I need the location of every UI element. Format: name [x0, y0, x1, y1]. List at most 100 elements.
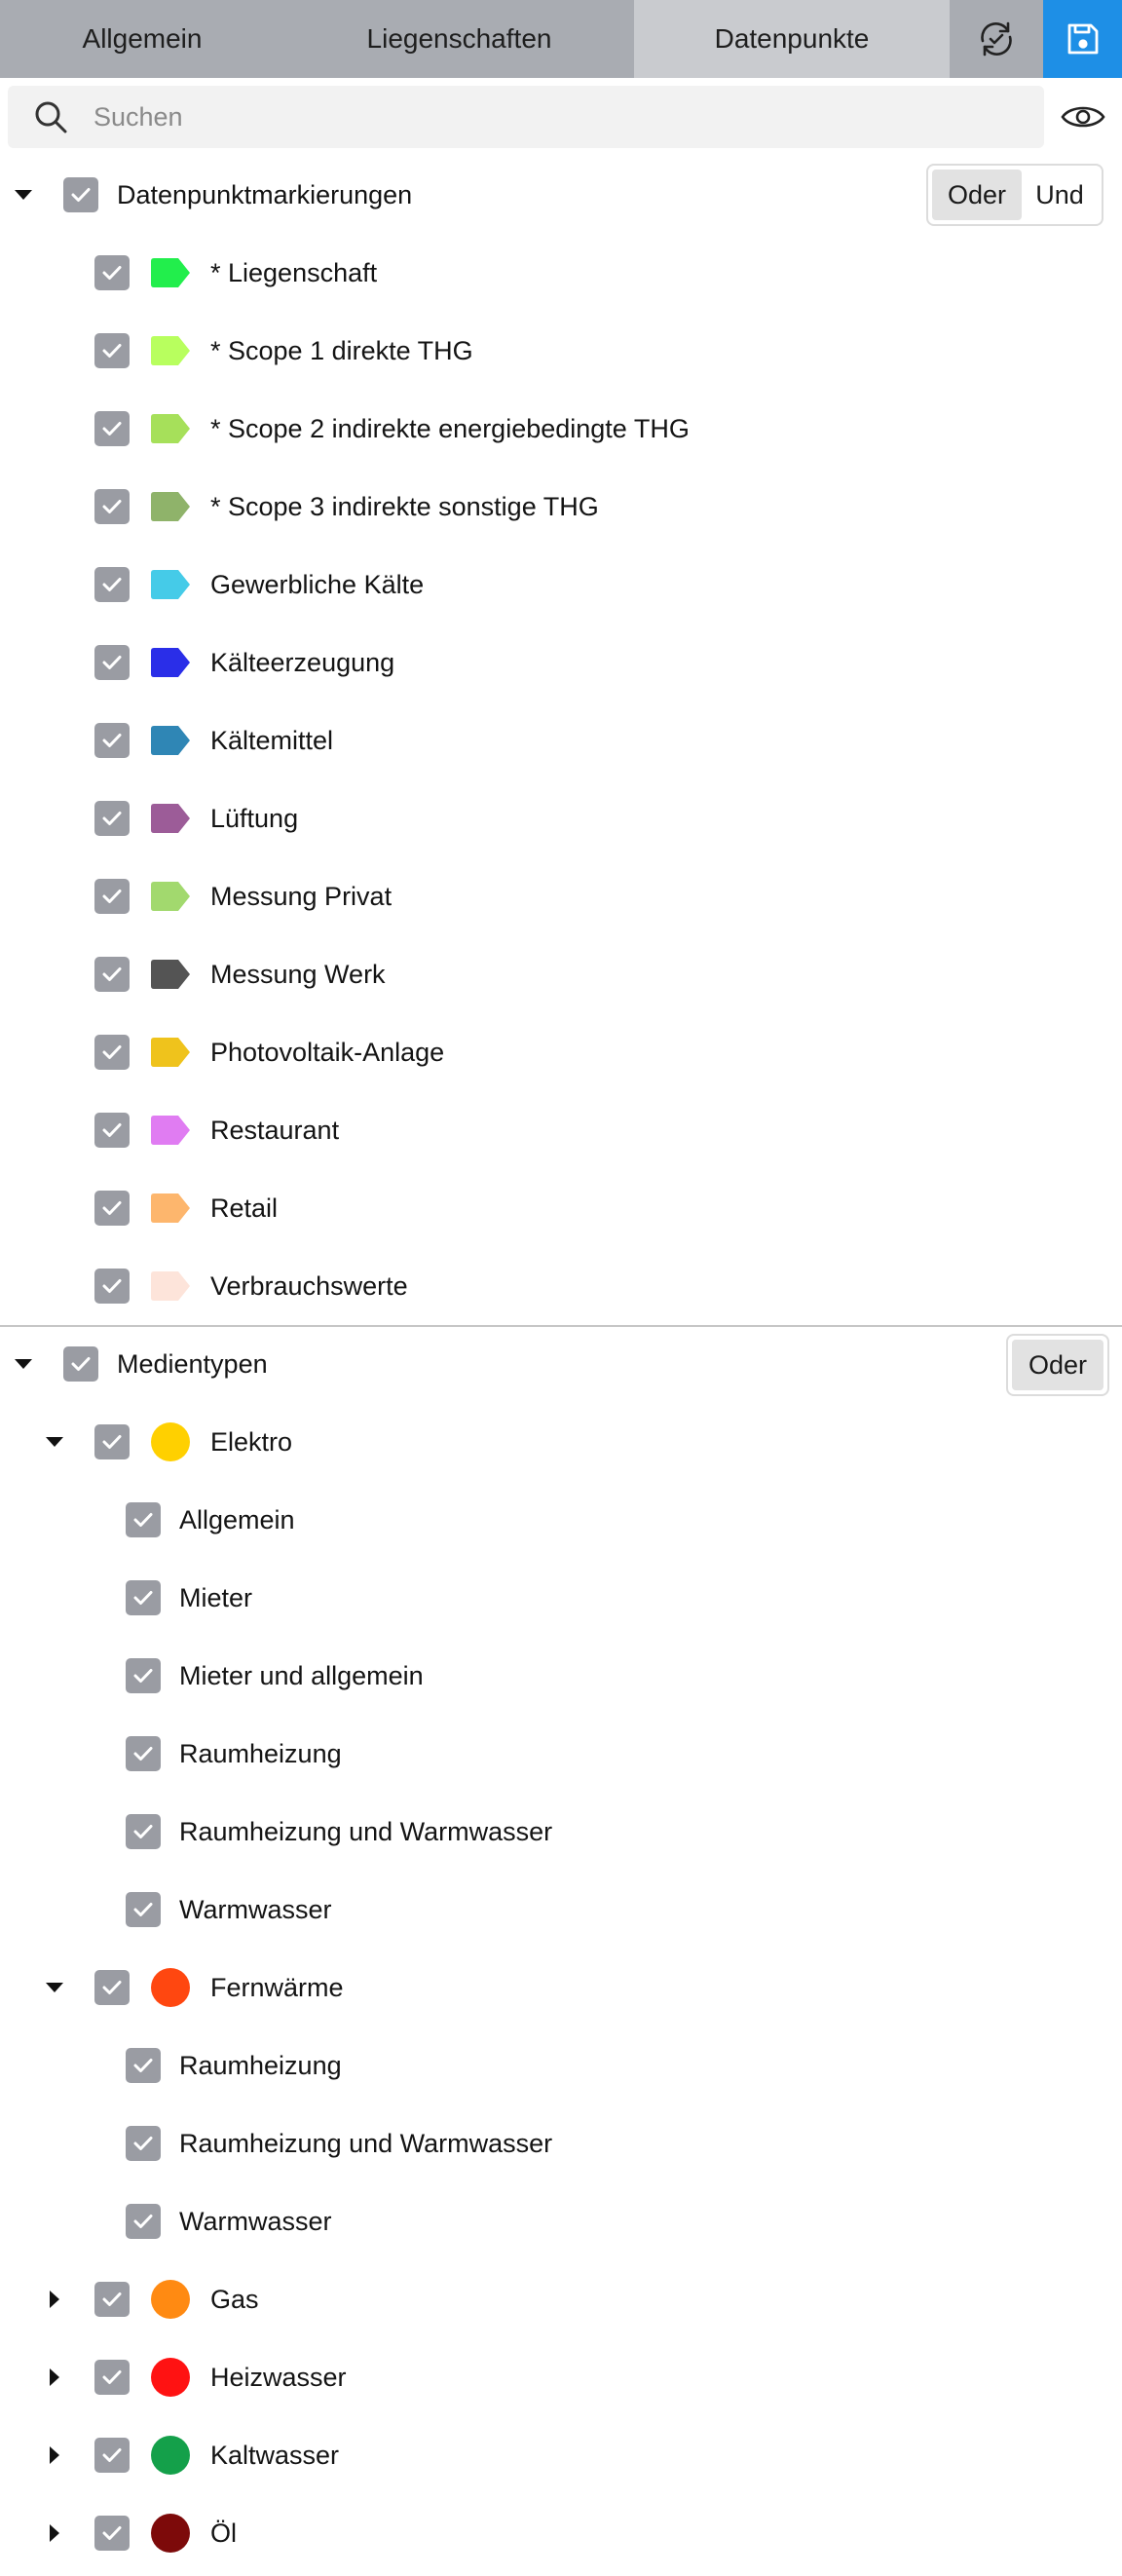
tag-item-checkbox[interactable] — [94, 879, 130, 914]
tag-item-label: * Scope 3 indirekte sonstige THG — [210, 492, 599, 521]
tag-item: Photovoltaik-Anlage — [0, 1013, 1122, 1091]
check-icon — [102, 266, 122, 280]
expand-caret-oel[interactable] — [35, 2514, 74, 2553]
media-group-label: Medientypen — [117, 1349, 268, 1379]
kaltwasser-checkbox[interactable] — [94, 2438, 130, 2473]
check-icon — [133, 1825, 153, 1838]
tag-item-checkbox[interactable] — [94, 411, 130, 446]
tag-item-checkbox[interactable] — [94, 333, 130, 368]
tag-item: Messung Privat — [0, 857, 1122, 935]
tags-mode-and-button[interactable]: Und — [1022, 170, 1098, 220]
tag-item-checkbox[interactable] — [94, 957, 130, 992]
tag-item-label: Lüftung — [210, 804, 299, 833]
tag-icon — [151, 1193, 190, 1223]
save-icon — [1067, 23, 1098, 55]
subtype-checkbox[interactable] — [126, 1580, 161, 1615]
fernwaerme-color-dot — [151, 1968, 190, 2007]
tag-item-checkbox[interactable] — [94, 1035, 130, 1070]
tag-item-label: * Liegenschaft — [210, 258, 378, 287]
subtype-checkbox[interactable] — [126, 2048, 161, 2083]
media-type-row-heizwasser: Heizwasser — [0, 2338, 1122, 2416]
tag-item-label: Kältemittel — [210, 726, 334, 755]
tag-item: Restaurant — [0, 1091, 1122, 1169]
tag-item: Retail — [0, 1169, 1122, 1247]
search-bar — [8, 86, 1044, 148]
elektro-checkbox[interactable] — [94, 1424, 130, 1459]
check-icon — [102, 812, 122, 825]
check-icon — [71, 1357, 91, 1371]
subtype-label: Allgemein — [179, 1505, 295, 1534]
collapse-caret-fernwaerme[interactable] — [35, 1968, 74, 2007]
expand-caret-kaltwasser[interactable] — [35, 2436, 74, 2475]
tag-item-checkbox[interactable] — [94, 723, 130, 758]
tag-item-label: Messung Privat — [210, 882, 393, 911]
check-icon — [71, 188, 91, 202]
tag-item-checkbox[interactable] — [94, 567, 130, 602]
tag-icon — [151, 648, 190, 677]
fernwaerme-subtype-raumheizung: Raumheizung — [0, 2027, 1122, 2104]
tag-item: Gewerbliche Kälte — [0, 546, 1122, 624]
heizwasser-checkbox[interactable] — [94, 2360, 130, 2395]
tag-item: * Scope 1 direkte THG — [0, 312, 1122, 390]
check-icon — [133, 2137, 153, 2150]
collapse-caret-media[interactable] — [4, 1345, 43, 1383]
collapse-caret-tags[interactable] — [4, 175, 43, 214]
expand-caret-heizwasser[interactable] — [35, 2358, 74, 2397]
tag-item-label: * Scope 1 direkte THG — [210, 336, 473, 365]
media-mode-or-button[interactable]: Oder — [1012, 1340, 1103, 1390]
oel-checkbox[interactable] — [94, 2516, 130, 2551]
collapse-caret-elektro[interactable] — [35, 1422, 74, 1461]
subtype-checkbox[interactable] — [126, 1892, 161, 1927]
tag-item-checkbox[interactable] — [94, 801, 130, 836]
check-icon — [102, 2292, 122, 2306]
gas-color-dot — [151, 2280, 190, 2319]
check-icon — [133, 1903, 153, 1916]
subtype-checkbox[interactable] — [126, 1658, 161, 1693]
save-button[interactable] — [1043, 0, 1122, 78]
visibility-toggle-button[interactable] — [1056, 94, 1110, 140]
elektro-label: Elektro — [210, 1427, 293, 1457]
subtype-label: Raumheizung — [179, 1739, 342, 1768]
subtype-label: Warmwasser — [179, 1895, 332, 1924]
subtype-checkbox[interactable] — [126, 1814, 161, 1849]
tag-item-label: * Scope 2 indirekte energiebedingte THG — [210, 414, 690, 443]
check-icon — [102, 500, 122, 513]
tag-item-checkbox[interactable] — [94, 489, 130, 524]
tab-datapoints[interactable]: Datenpunkte — [634, 0, 950, 78]
media-mode-toggle: Oder — [1006, 1334, 1109, 1396]
tags-group-checkbox[interactable] — [63, 177, 98, 212]
tag-icon — [151, 960, 190, 989]
tab-general[interactable]: Allgemein — [0, 0, 284, 78]
tag-icon — [151, 882, 190, 911]
tab-properties[interactable]: Liegenschaften — [284, 0, 634, 78]
tag-icon — [151, 726, 190, 755]
elektro-color-dot — [151, 1422, 190, 1461]
subtype-checkbox[interactable] — [126, 2126, 161, 2161]
tag-item-checkbox[interactable] — [94, 255, 130, 290]
expand-caret-gas[interactable] — [35, 2280, 74, 2319]
subtype-checkbox[interactable] — [126, 2204, 161, 2239]
tags-mode-or-button[interactable]: Oder — [932, 170, 1022, 220]
tag-icon — [151, 1038, 190, 1067]
tag-item-checkbox[interactable] — [94, 1191, 130, 1226]
sync-button[interactable] — [950, 0, 1043, 78]
check-icon — [102, 1981, 122, 1994]
subtype-checkbox[interactable] — [126, 1502, 161, 1537]
tag-item: * Liegenschaft — [0, 234, 1122, 312]
media-type-row-fernwaerme: Fernwärme — [0, 1949, 1122, 2027]
search-input[interactable] — [92, 100, 968, 133]
check-icon — [102, 656, 122, 669]
tag-item-label: Gewerbliche Kälte — [210, 570, 425, 599]
tag-item: Lüftung — [0, 779, 1122, 857]
tag-item-checkbox[interactable] — [94, 1113, 130, 1148]
tag-item-checkbox[interactable] — [94, 1269, 130, 1304]
media-type-row-kaltwasser: Kaltwasser — [0, 2416, 1122, 2494]
elektro-subtype-mieter: Mieter — [0, 1559, 1122, 1637]
tag-icon — [151, 336, 190, 365]
tag-item-checkbox[interactable] — [94, 645, 130, 680]
subtype-checkbox[interactable] — [126, 1736, 161, 1771]
fernwaerme-checkbox[interactable] — [94, 1970, 130, 2005]
media-group-checkbox[interactable] — [63, 1346, 98, 1382]
gas-checkbox[interactable] — [94, 2282, 130, 2317]
tab-bar: Allgemein Liegenschaften Datenpunkte — [0, 0, 1122, 78]
